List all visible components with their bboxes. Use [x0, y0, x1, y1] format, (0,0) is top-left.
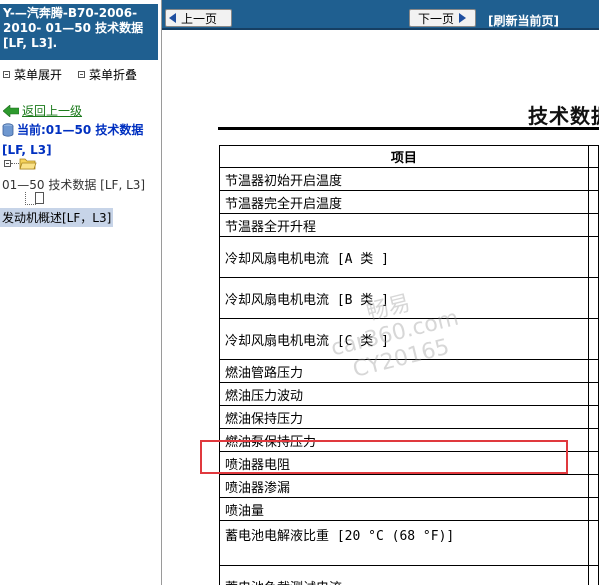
table-cell: 蓄电池负载测试电流 — [219, 565, 589, 585]
table-value-cell — [587, 565, 599, 585]
tree-item-selected[interactable]: 发动机概述[LF，L3] — [0, 208, 114, 227]
table-value-cell — [587, 167, 599, 191]
table-value-cell — [587, 236, 599, 278]
table-value-cell — [587, 497, 599, 521]
right-arrow-icon — [459, 13, 467, 23]
table-value-cell — [587, 213, 599, 237]
back-link[interactable]: 返回上一级 — [3, 102, 82, 119]
table-row: 燃油泵保持压力 — [219, 428, 599, 452]
refresh-page-link[interactable]: [刷新当前页] — [488, 12, 559, 29]
table-row: 蓄电池负载测试电流 — [219, 565, 599, 585]
back-arrow-icon — [3, 104, 19, 117]
menu-collapse-label: 菜单折叠 — [89, 68, 138, 82]
table-value-cell — [587, 405, 599, 429]
table-header-row: 项目 — [219, 145, 599, 168]
tree-folder-node[interactable] — [4, 157, 37, 170]
table-row: 燃油保持压力 — [219, 405, 599, 429]
document-title: Y-—汽奔腾-B70-2006-2010- 01—50 技术数据 [LF, L3… — [0, 4, 158, 60]
table-cell: 节温器全开升程 — [219, 213, 589, 237]
table-value-cell — [587, 520, 599, 566]
tree-node-label[interactable]: 01—50 技术数据 [LF, L3] — [2, 176, 145, 193]
nav-bar: 上一页 下一页 [刷新当前页] — [162, 0, 599, 30]
open-folder-icon — [19, 158, 37, 170]
table-value-cell — [587, 190, 599, 214]
current-location-label: 当前:01—50 技术数据 — [17, 123, 144, 137]
table-cell: 燃油保持压力 — [219, 405, 589, 429]
spec-table: 项目 节温器初始开启温度 节温器完全开启温度 节温器全开升程 冷却风扇电机电流 … — [219, 145, 599, 585]
table-cell: 冷却风扇电机电流 [B 类 ] — [219, 277, 589, 319]
prev-page-label: 上一页 — [181, 11, 218, 26]
table-row: 燃油管路压力 — [219, 359, 599, 383]
table-row: 冷却风扇电机电流 [A 类 ] — [219, 236, 599, 278]
sidebar: Y-—汽奔腾-B70-2006-2010- 01—50 技术数据 [LF, L3… — [0, 0, 162, 585]
table-cell: 喷油器渗漏 — [219, 474, 589, 498]
table-row: 冷却风扇电机电流 [B 类 ] — [219, 277, 599, 319]
tree-collapse-icon[interactable] — [4, 160, 11, 167]
table-header-value — [587, 145, 599, 168]
database-icon — [2, 123, 14, 137]
table-row: 喷油器渗漏 — [219, 474, 599, 498]
page-icon — [35, 192, 44, 204]
table-row: 喷油量 — [219, 497, 599, 521]
heading-divider — [218, 127, 599, 130]
table-cell: 节温器完全开启温度 — [219, 190, 589, 214]
table-cell: 喷油器电阻 — [219, 451, 589, 475]
table-row: 喷油器电阻 — [219, 451, 599, 475]
table-cell: 节温器初始开启温度 — [219, 167, 589, 191]
collapse-icon — [78, 71, 85, 78]
table-value-cell — [587, 451, 599, 475]
next-page-label: 下一页 — [418, 11, 455, 26]
menu-collapse-button[interactable]: 菜单折叠 — [78, 66, 137, 83]
expand-icon — [3, 71, 10, 78]
table-cell: 冷却风扇电机电流 [C 类 ] — [219, 318, 589, 360]
table-row: 燃油压力波动 — [219, 382, 599, 406]
table-value-cell — [587, 474, 599, 498]
table-cell: 喷油量 — [219, 497, 589, 521]
table-value-cell — [587, 359, 599, 383]
table-value-cell — [587, 428, 599, 452]
table-cell: 蓄电池电解液比重 [20 °C (68 °F)] — [219, 520, 589, 566]
table-cell: 燃油压力波动 — [219, 382, 589, 406]
prev-page-button[interactable]: 上一页 — [165, 9, 232, 27]
table-cell: 燃油管路压力 — [219, 359, 589, 383]
table-row: 节温器初始开启温度 — [219, 167, 599, 191]
table-row: 蓄电池电解液比重 [20 °C (68 °F)] — [219, 520, 599, 566]
table-value-cell — [587, 277, 599, 319]
current-location: 当前:01—50 技术数据 [LF, L3] — [2, 120, 160, 160]
back-link-label: 返回上一级 — [22, 104, 83, 118]
menu-expand-label: 菜单展开 — [14, 68, 63, 82]
menu-expand-button[interactable]: 菜单展开 — [3, 66, 62, 83]
table-value-cell — [587, 382, 599, 406]
next-page-button[interactable]: 下一页 — [409, 9, 476, 27]
page-title: 技术数据 — [528, 104, 599, 128]
table-row: 冷却风扇电机电流 [C 类 ] — [219, 318, 599, 360]
table-row: 节温器完全开启温度 — [219, 190, 599, 214]
table-cell: 冷却风扇电机电流 [A 类 ] — [219, 236, 589, 278]
table-row: 节温器全开升程 — [219, 213, 599, 237]
table-value-cell — [587, 318, 599, 360]
tree-line — [11, 162, 19, 165]
left-arrow-icon — [169, 13, 176, 23]
main-content: 上一页 下一页 [刷新当前页] 技术数据 项目 节温器初始开启温度 节温器完全开… — [162, 0, 599, 585]
table-cell: 燃油泵保持压力 — [219, 428, 589, 452]
table-header-item: 项目 — [219, 145, 589, 168]
